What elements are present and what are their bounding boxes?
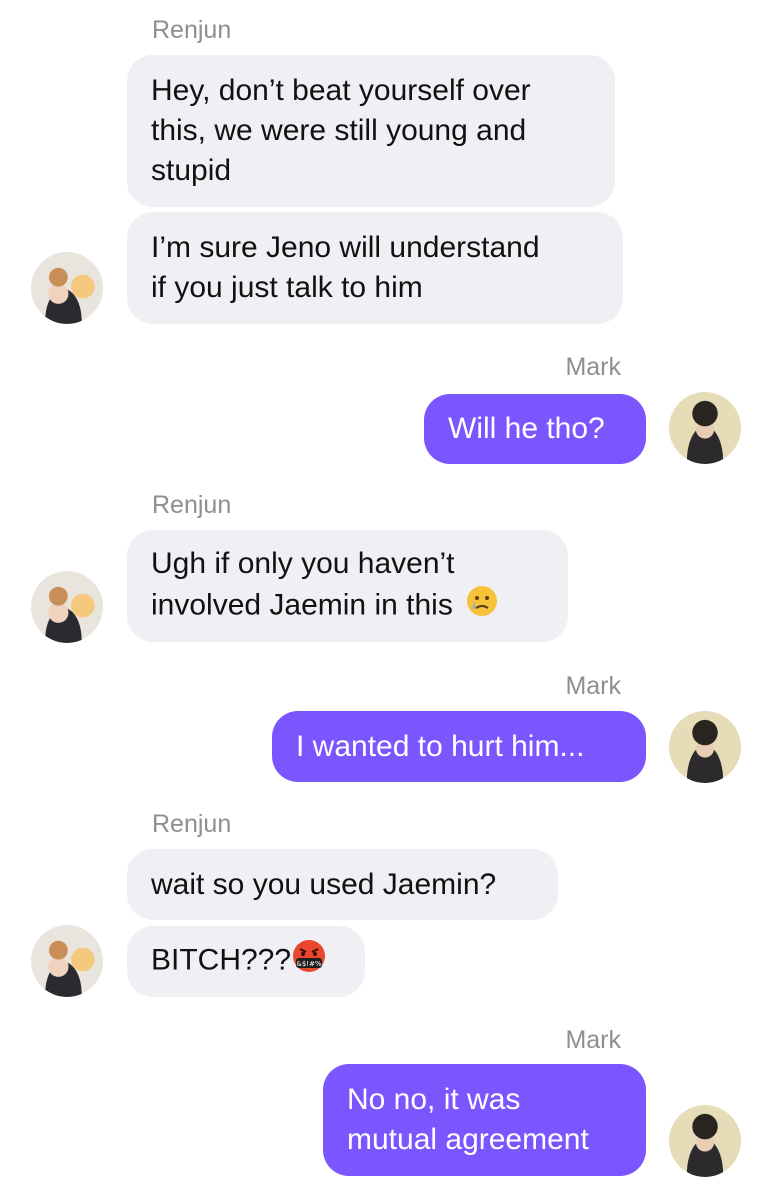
cursing-face-emoji-icon: &$!#% xyxy=(291,938,327,985)
message-bubble-incoming[interactable]: Ugh if only you haven’t involved Jaemin … xyxy=(127,530,568,642)
message-line: stupid xyxy=(151,154,232,187)
message-line: BITCH??? &$!#% xyxy=(151,938,341,985)
message-line: if you just talk to him xyxy=(151,271,423,304)
sender-name-renjun: Renjun xyxy=(152,491,232,519)
message-line: this, we were still young and xyxy=(151,114,527,147)
message-bubble-outgoing[interactable]: I wanted to hurt him... xyxy=(272,711,646,782)
message-bubble-incoming[interactable]: wait so you used Jaemin? xyxy=(127,849,558,920)
message-bubble-incoming[interactable]: Hey, don’t beat yourself over this, we w… xyxy=(127,55,615,207)
emoji-symbols: &$!#% xyxy=(296,960,322,968)
avatar-renjun[interactable] xyxy=(31,252,103,324)
message-bubble-incoming[interactable]: BITCH??? &$!#% xyxy=(127,926,365,997)
message-line: involved Jaemin in this xyxy=(151,584,544,629)
avatar-renjun[interactable] xyxy=(31,571,103,643)
message-text: involved Jaemin in this xyxy=(151,587,453,621)
sender-name-mark: Mark xyxy=(565,1026,621,1054)
sender-name-renjun: Renjun xyxy=(152,16,232,44)
avatar-mark[interactable] xyxy=(669,392,741,464)
message-bubble-outgoing[interactable]: Will he tho? xyxy=(424,394,646,464)
message-line: mutual agreement xyxy=(347,1123,589,1156)
avatar-mark[interactable] xyxy=(669,711,741,783)
avatar-renjun[interactable] xyxy=(31,925,103,997)
message-text: Will he tho? xyxy=(448,412,605,445)
message-bubble-incoming[interactable]: I’m sure Jeno will understand if you jus… xyxy=(127,212,623,324)
sender-name-renjun: Renjun xyxy=(152,810,232,838)
sender-name-mark: Mark xyxy=(565,672,621,700)
message-text: I wanted to hurt him... xyxy=(296,729,585,763)
sender-name-mark: Mark xyxy=(565,353,621,381)
message-text: wait so you used Jaemin? xyxy=(151,867,497,901)
message-line: No no, it was xyxy=(347,1083,521,1116)
crying-face-emoji-icon xyxy=(465,584,499,629)
message-bubble-outgoing[interactable]: No no, it was mutual agreement xyxy=(323,1064,646,1176)
message-line: Hey, don’t beat yourself over xyxy=(151,74,531,107)
message-line: I’m sure Jeno will understand xyxy=(151,231,540,264)
message-line: Ugh if only you haven’t xyxy=(151,546,455,580)
avatar-mark[interactable] xyxy=(669,1105,741,1177)
message-text: BITCH??? xyxy=(151,943,292,977)
